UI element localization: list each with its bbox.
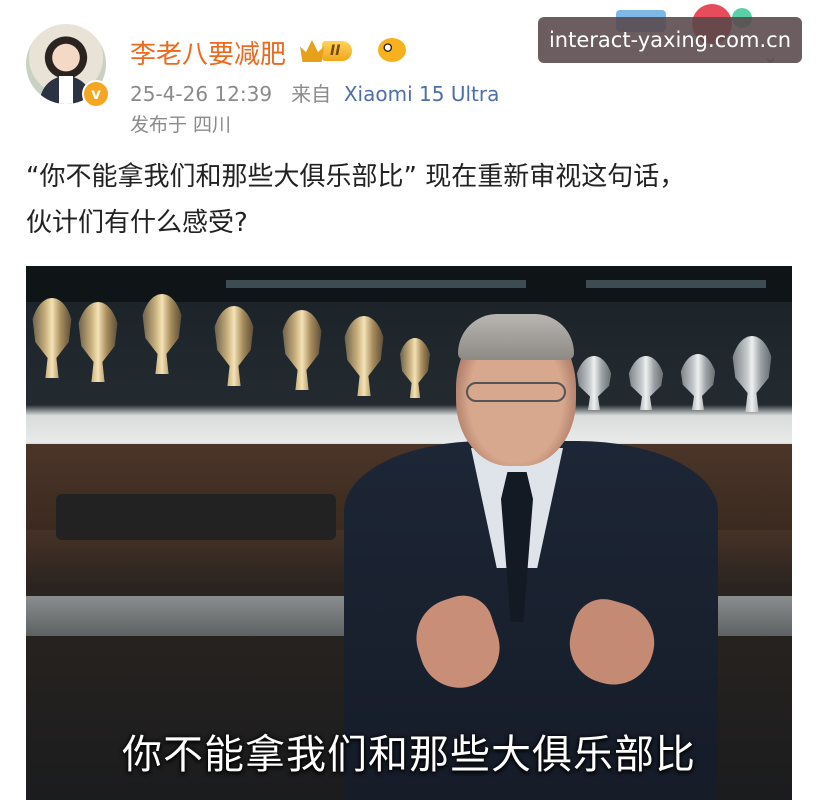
trophy bbox=[212, 306, 256, 386]
chairs bbox=[56, 494, 336, 540]
trophy bbox=[140, 294, 184, 374]
username[interactable]: 李老八要减肥 bbox=[130, 34, 286, 71]
trophy bbox=[574, 356, 614, 410]
image-subtitle: 你不能拿我们和那些大俱乐部比 bbox=[122, 732, 696, 778]
post-meta: 25-4-26 12:39 来自 Xiaomi 15 Ultra bbox=[130, 78, 499, 107]
watermark: interact-yaxing.com.cn bbox=[538, 17, 802, 63]
crown-icon bbox=[300, 40, 324, 62]
trophy bbox=[30, 298, 74, 378]
shelf-light bbox=[586, 280, 766, 288]
trophy bbox=[398, 338, 432, 398]
source-device[interactable]: Xiaomi 15 Ultra bbox=[344, 82, 499, 106]
trophy bbox=[280, 310, 324, 390]
post-header: v 李老八要减肥 II 25-4-26 12:39 来自 Xiaomi 15 U… bbox=[0, 0, 818, 140]
post-text-line2: 伙计们有什么感受? bbox=[26, 208, 248, 238]
avatar-shirt bbox=[59, 76, 73, 104]
glasses bbox=[466, 382, 566, 402]
post-image[interactable]: 你不能拿我们和那些大俱乐部比 bbox=[26, 266, 792, 800]
verified-icon: v bbox=[82, 80, 110, 108]
source-prefix: 来自 bbox=[291, 82, 332, 106]
trophy bbox=[626, 356, 666, 410]
shelf-light bbox=[226, 280, 526, 288]
trophy bbox=[730, 336, 774, 412]
post-text-line1: “你不能拿我们和那些大俱乐部比” 现在重新审视这句话， bbox=[26, 162, 686, 192]
fish-icon[interactable] bbox=[378, 38, 406, 62]
trophy bbox=[76, 302, 120, 382]
trophy bbox=[678, 354, 718, 410]
post-location: 发布于 四川 bbox=[130, 114, 232, 136]
level-badge[interactable]: II bbox=[300, 38, 368, 64]
post-text: “你不能拿我们和那些大俱乐部比” 现在重新审视这句话， 伙计们有什么感受? bbox=[26, 154, 796, 246]
post-timestamp: 25-4-26 12:39 bbox=[130, 82, 273, 106]
level-label: II bbox=[322, 41, 353, 61]
person-hair bbox=[458, 314, 574, 360]
trophy bbox=[342, 316, 386, 396]
